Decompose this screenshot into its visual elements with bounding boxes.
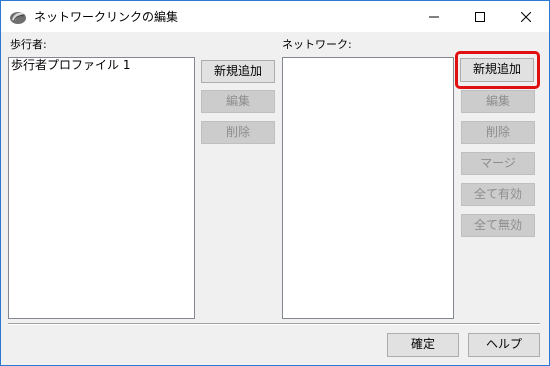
network-delete-button[interactable]: 削除 <box>461 121 535 144</box>
pedestrian-add-button[interactable]: 新規追加 <box>201 60 275 83</box>
pedestrian-delete-button[interactable]: 削除 <box>201 121 275 144</box>
help-button[interactable]: ヘルプ <box>468 333 540 357</box>
minimize-icon <box>429 12 439 22</box>
footer-separator <box>8 323 540 325</box>
network-disable-all-button[interactable]: 全て無効 <box>461 214 535 237</box>
dialog-window: ネットワークリンクの編集 歩行者: 歩行者プロファイル 1 新規追加 編集 削除… <box>0 0 550 366</box>
network-enable-all-button[interactable]: 全て有効 <box>461 183 535 206</box>
maximize-icon <box>475 11 485 22</box>
maximize-button[interactable] <box>457 1 503 32</box>
title-bar[interactable]: ネットワークリンクの編集 <box>1 1 549 32</box>
network-label: ネットワーク: <box>282 38 352 51</box>
pedestrian-edit-button[interactable]: 編集 <box>201 90 275 113</box>
window-title: ネットワークリンクの編集 <box>34 10 179 24</box>
minimize-button[interactable] <box>411 1 457 32</box>
close-icon <box>521 11 531 22</box>
pedestrian-label: 歩行者: <box>10 38 47 51</box>
network-merge-button[interactable]: マージ <box>461 152 535 175</box>
close-button[interactable] <box>503 1 549 32</box>
network-list[interactable] <box>282 57 454 319</box>
network-add-button[interactable]: 新規追加 <box>460 58 534 82</box>
list-item[interactable]: 歩行者プロファイル 1 <box>9 58 194 73</box>
app-icon <box>9 8 27 26</box>
ok-button[interactable]: 確定 <box>387 333 459 357</box>
pedestrian-list[interactable]: 歩行者プロファイル 1 <box>8 57 195 319</box>
network-edit-button[interactable]: 編集 <box>461 90 535 113</box>
